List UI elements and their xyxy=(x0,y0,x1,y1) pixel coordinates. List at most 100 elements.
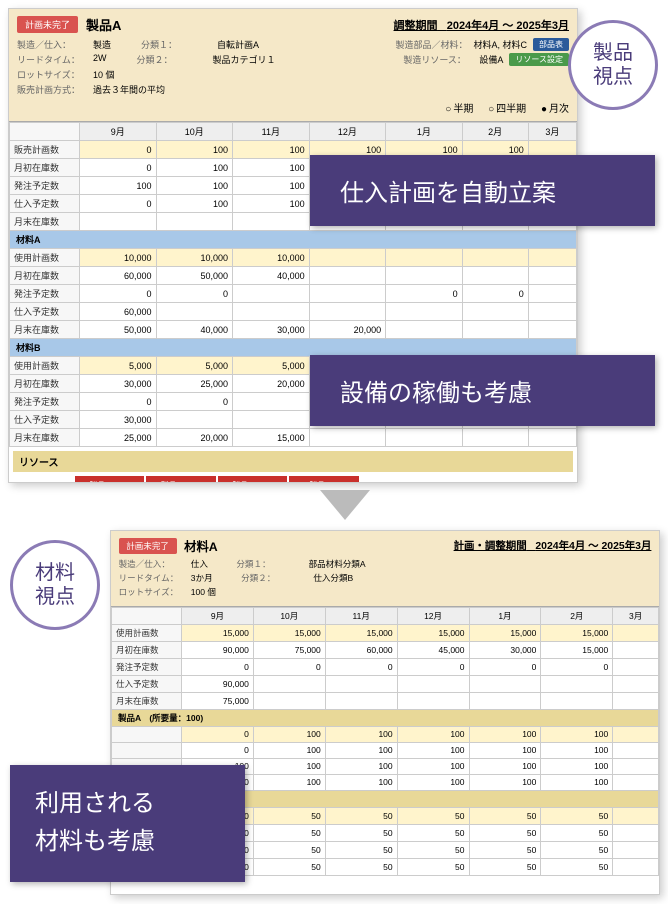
cell[interactable] xyxy=(528,249,576,267)
cell[interactable] xyxy=(613,758,659,774)
cell[interactable] xyxy=(613,824,659,841)
resource-button[interactable]: リソース設定 xyxy=(509,53,569,66)
cell[interactable]: 100 xyxy=(325,758,397,774)
cell[interactable]: 50 xyxy=(325,858,397,875)
cell[interactable]: 0 xyxy=(541,658,613,675)
cell[interactable] xyxy=(528,321,576,339)
cell[interactable]: 100 xyxy=(325,742,397,758)
cell[interactable]: 100 xyxy=(253,758,325,774)
cell[interactable]: 15,000 xyxy=(325,624,397,641)
cell[interactable] xyxy=(613,858,659,875)
cell[interactable] xyxy=(386,429,463,447)
cell[interactable]: 0 xyxy=(156,393,233,411)
cell[interactable] xyxy=(469,692,541,709)
cell[interactable]: 100 xyxy=(253,726,325,742)
cell[interactable]: 50 xyxy=(397,841,469,858)
cell[interactable]: 0 xyxy=(80,285,157,303)
cell[interactable]: 100 xyxy=(156,159,233,177)
cell[interactable]: 100 xyxy=(233,177,310,195)
cell[interactable]: 0 xyxy=(80,393,157,411)
cell[interactable]: 0 xyxy=(182,726,254,742)
resource-block[interactable]: 製品A [100] xyxy=(75,476,144,483)
cell[interactable]: 15,000 xyxy=(253,624,325,641)
parts-button[interactable]: 部品表 xyxy=(533,38,569,51)
cell[interactable]: 100 xyxy=(397,774,469,790)
cell[interactable] xyxy=(613,774,659,790)
cell[interactable] xyxy=(233,303,310,321)
cell[interactable] xyxy=(325,692,397,709)
cell[interactable] xyxy=(386,267,463,285)
toggle-month[interactable]: 月次 xyxy=(541,104,569,115)
cell[interactable]: 50 xyxy=(469,841,541,858)
cell[interactable]: 5,000 xyxy=(156,357,233,375)
cell[interactable]: 50 xyxy=(397,807,469,824)
cell[interactable] xyxy=(233,393,310,411)
cell[interactable]: 20,000 xyxy=(233,375,310,393)
cell[interactable]: 50 xyxy=(541,824,613,841)
cell[interactable]: 10,000 xyxy=(233,249,310,267)
cell[interactable]: 0 xyxy=(182,742,254,758)
cell[interactable] xyxy=(309,429,386,447)
cell[interactable] xyxy=(233,285,310,303)
cell[interactable]: 100 xyxy=(80,177,157,195)
cell[interactable] xyxy=(233,213,310,231)
cell[interactable]: 0 xyxy=(156,285,233,303)
cell[interactable]: 0 xyxy=(469,658,541,675)
cell[interactable] xyxy=(325,675,397,692)
cell[interactable]: 15,000 xyxy=(397,624,469,641)
cell[interactable]: 75,000 xyxy=(253,641,325,658)
cell[interactable]: 40,000 xyxy=(156,321,233,339)
cell[interactable] xyxy=(613,841,659,858)
cell[interactable] xyxy=(528,285,576,303)
cell[interactable] xyxy=(528,267,576,285)
cell[interactable] xyxy=(386,303,463,321)
cell[interactable]: 20,000 xyxy=(309,321,386,339)
cell[interactable] xyxy=(469,675,541,692)
cell[interactable]: 100 xyxy=(253,774,325,790)
cell[interactable]: 100 xyxy=(156,141,233,159)
cell[interactable]: 0 xyxy=(325,658,397,675)
cell[interactable]: 50 xyxy=(253,841,325,858)
cell[interactable]: 45,000 xyxy=(397,641,469,658)
cell[interactable]: 90,000 xyxy=(182,675,254,692)
cell[interactable] xyxy=(613,726,659,742)
cell[interactable]: 100 xyxy=(397,726,469,742)
cell[interactable]: 100 xyxy=(325,726,397,742)
cell[interactable] xyxy=(462,321,528,339)
cell[interactable]: 50 xyxy=(397,858,469,875)
cell[interactable]: 100 xyxy=(469,774,541,790)
cell[interactable]: 0 xyxy=(462,285,528,303)
cell[interactable]: 50 xyxy=(397,824,469,841)
cell[interactable]: 20,000 xyxy=(156,429,233,447)
resource-block[interactable]: 製品A [1 xyxy=(289,476,358,483)
cell[interactable]: 10,000 xyxy=(80,249,157,267)
cell[interactable] xyxy=(156,213,233,231)
cell[interactable]: 50 xyxy=(253,858,325,875)
cell[interactable]: 5,000 xyxy=(80,357,157,375)
cell[interactable]: 100 xyxy=(541,774,613,790)
cell[interactable]: 100 xyxy=(541,758,613,774)
cell[interactable]: 25,000 xyxy=(156,375,233,393)
cell[interactable]: 0 xyxy=(80,195,157,213)
cell[interactable] xyxy=(397,675,469,692)
cell[interactable] xyxy=(613,742,659,758)
cell[interactable] xyxy=(233,411,310,429)
cell[interactable]: 50 xyxy=(325,807,397,824)
cell[interactable] xyxy=(462,267,528,285)
cell[interactable]: 0 xyxy=(80,159,157,177)
cell[interactable]: 15,000 xyxy=(233,429,310,447)
cell[interactable]: 60,000 xyxy=(325,641,397,658)
cell[interactable]: 15,000 xyxy=(541,624,613,641)
cell[interactable] xyxy=(462,429,528,447)
cell[interactable] xyxy=(309,267,386,285)
cell[interactable]: 100 xyxy=(469,758,541,774)
cell[interactable] xyxy=(253,692,325,709)
cell[interactable] xyxy=(462,303,528,321)
cell[interactable] xyxy=(613,807,659,824)
cell[interactable]: 5,000 xyxy=(233,357,310,375)
cell[interactable]: 50 xyxy=(325,841,397,858)
cell[interactable]: 15,000 xyxy=(541,641,613,658)
cell[interactable]: 100 xyxy=(156,177,233,195)
cell[interactable]: 50 xyxy=(253,824,325,841)
cell[interactable] xyxy=(613,658,659,675)
